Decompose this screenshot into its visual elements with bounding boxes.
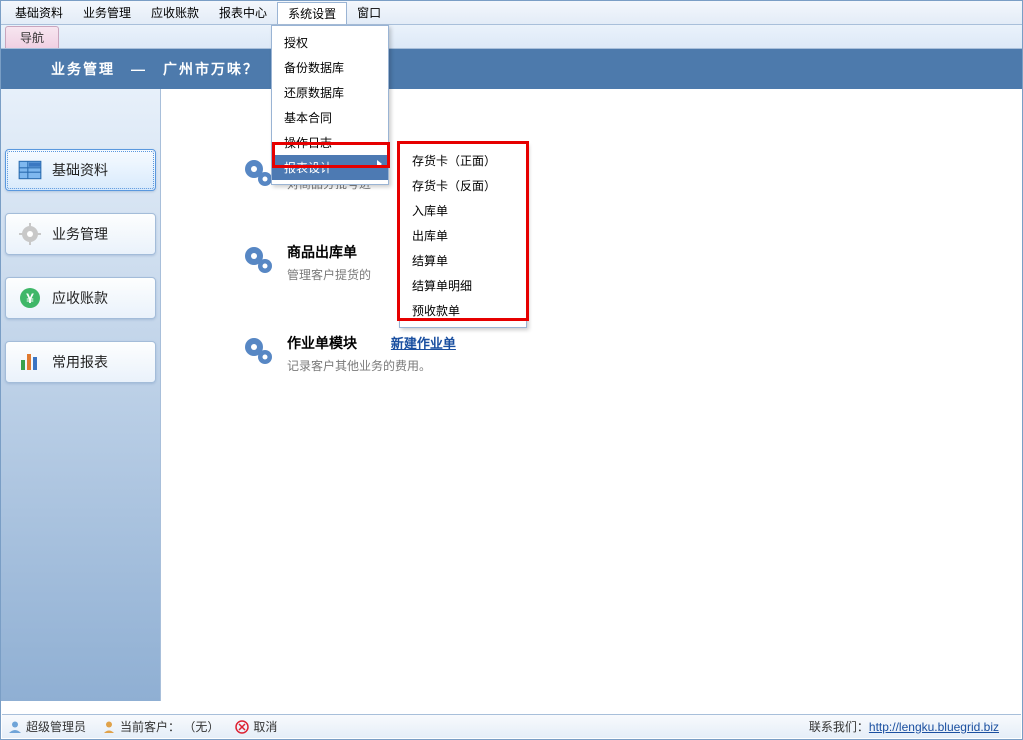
section-title: 作业单模块 新建作业单 xyxy=(287,333,456,353)
yen-icon: ¥ xyxy=(16,284,44,312)
chevron-right-icon xyxy=(377,160,382,168)
tab-nav[interactable]: 导航 xyxy=(5,26,59,48)
submenu-item[interactable]: 结算单 xyxy=(400,248,526,273)
submenu-report-design: 存货卡（正面） 存货卡（反面） 入库单 出库单 结算单 结算单明细 预收款单 xyxy=(399,143,527,328)
user-icon xyxy=(8,720,22,734)
menu-item-report-design[interactable]: 报表设计 xyxy=(272,155,388,180)
menu-system-settings[interactable]: 系统设置 xyxy=(277,2,347,24)
gear-icon xyxy=(16,220,44,248)
menu-item-log[interactable]: 操作日志 xyxy=(272,130,388,155)
cancel-icon xyxy=(235,720,249,734)
menu-bar: 基础资料 业务管理 应收账款 报表中心 系统设置 窗口 xyxy=(1,1,1022,25)
sidebar: 基础资料 业务管理 ¥ 应收账款 常用报表 xyxy=(1,89,161,701)
status-client: 当前客户： （无） xyxy=(102,718,219,735)
contact-link[interactable]: http://lengku.bluegrid.biz xyxy=(869,720,999,734)
submenu-item[interactable]: 预收款单 xyxy=(400,298,526,323)
table-icon xyxy=(16,156,44,184)
sidebar-item-label: 基础资料 xyxy=(52,160,108,180)
gears-icon xyxy=(241,333,277,369)
sidebar-item-label: 业务管理 xyxy=(52,224,108,244)
sidebar-item-business[interactable]: 业务管理 xyxy=(5,213,156,255)
menu-item-backup[interactable]: 备份数据库 xyxy=(272,55,388,80)
status-cancel[interactable]: 取消 xyxy=(235,718,277,735)
sidebar-item-receivables[interactable]: ¥ 应收账款 xyxy=(5,277,156,319)
status-contact: 联系我们： http://lengku.bluegrid.biz xyxy=(809,718,999,735)
person-icon xyxy=(102,720,116,734)
gears-icon xyxy=(241,242,277,278)
section-desc: 记录客户其他业务的费用。 xyxy=(287,357,456,374)
sidebar-item-basic-data[interactable]: 基础资料 xyxy=(5,149,156,191)
menu-receivables[interactable]: 应收账款 xyxy=(141,2,209,24)
menu-item-restore[interactable]: 还原数据库 xyxy=(272,80,388,105)
status-bar: 超级管理员 当前客户： （无） 取消 联系我们： http://lengku.b… xyxy=(2,714,1021,738)
menu-basic-data[interactable]: 基础资料 xyxy=(5,2,73,24)
submenu-item[interactable]: 出库单 xyxy=(400,223,526,248)
menu-business[interactable]: 业务管理 xyxy=(73,2,141,24)
status-user: 超级管理员 xyxy=(8,718,86,735)
page-header: 业务管理 — 广州市万味？ 公司 xyxy=(1,49,1022,89)
submenu-item[interactable]: 入库单 xyxy=(400,198,526,223)
section-jobs: 作业单模块 新建作业单 记录客户其他业务的费用。 xyxy=(241,333,1022,374)
tab-row: 导航 xyxy=(1,25,1022,49)
section-outbound: 商品出库单 管理客户提货的占位占位占位动减少。 xyxy=(241,242,1022,283)
menu-system-settings-popup: 授权 备份数据库 还原数据库 基本合同 操作日志 报表设计 xyxy=(271,25,389,185)
menu-item-auth[interactable]: 授权 xyxy=(272,30,388,55)
menu-reports[interactable]: 报表中心 xyxy=(209,2,277,24)
sidebar-item-label: 常用报表 xyxy=(52,352,108,372)
submenu-item[interactable]: 存货卡（反面） xyxy=(400,173,526,198)
bars-icon xyxy=(16,348,44,376)
link-new-job[interactable]: 新建作业单 xyxy=(391,336,456,351)
submenu-item[interactable]: 存货卡（正面） xyxy=(400,148,526,173)
submenu-item[interactable]: 结算单明细 xyxy=(400,273,526,298)
svg-text:¥: ¥ xyxy=(26,290,34,306)
sidebar-item-reports[interactable]: 常用报表 xyxy=(5,341,156,383)
menu-item-contract[interactable]: 基本合同 xyxy=(272,105,388,130)
menu-window[interactable]: 窗口 xyxy=(347,2,391,24)
sidebar-item-label: 应收账款 xyxy=(52,288,108,308)
